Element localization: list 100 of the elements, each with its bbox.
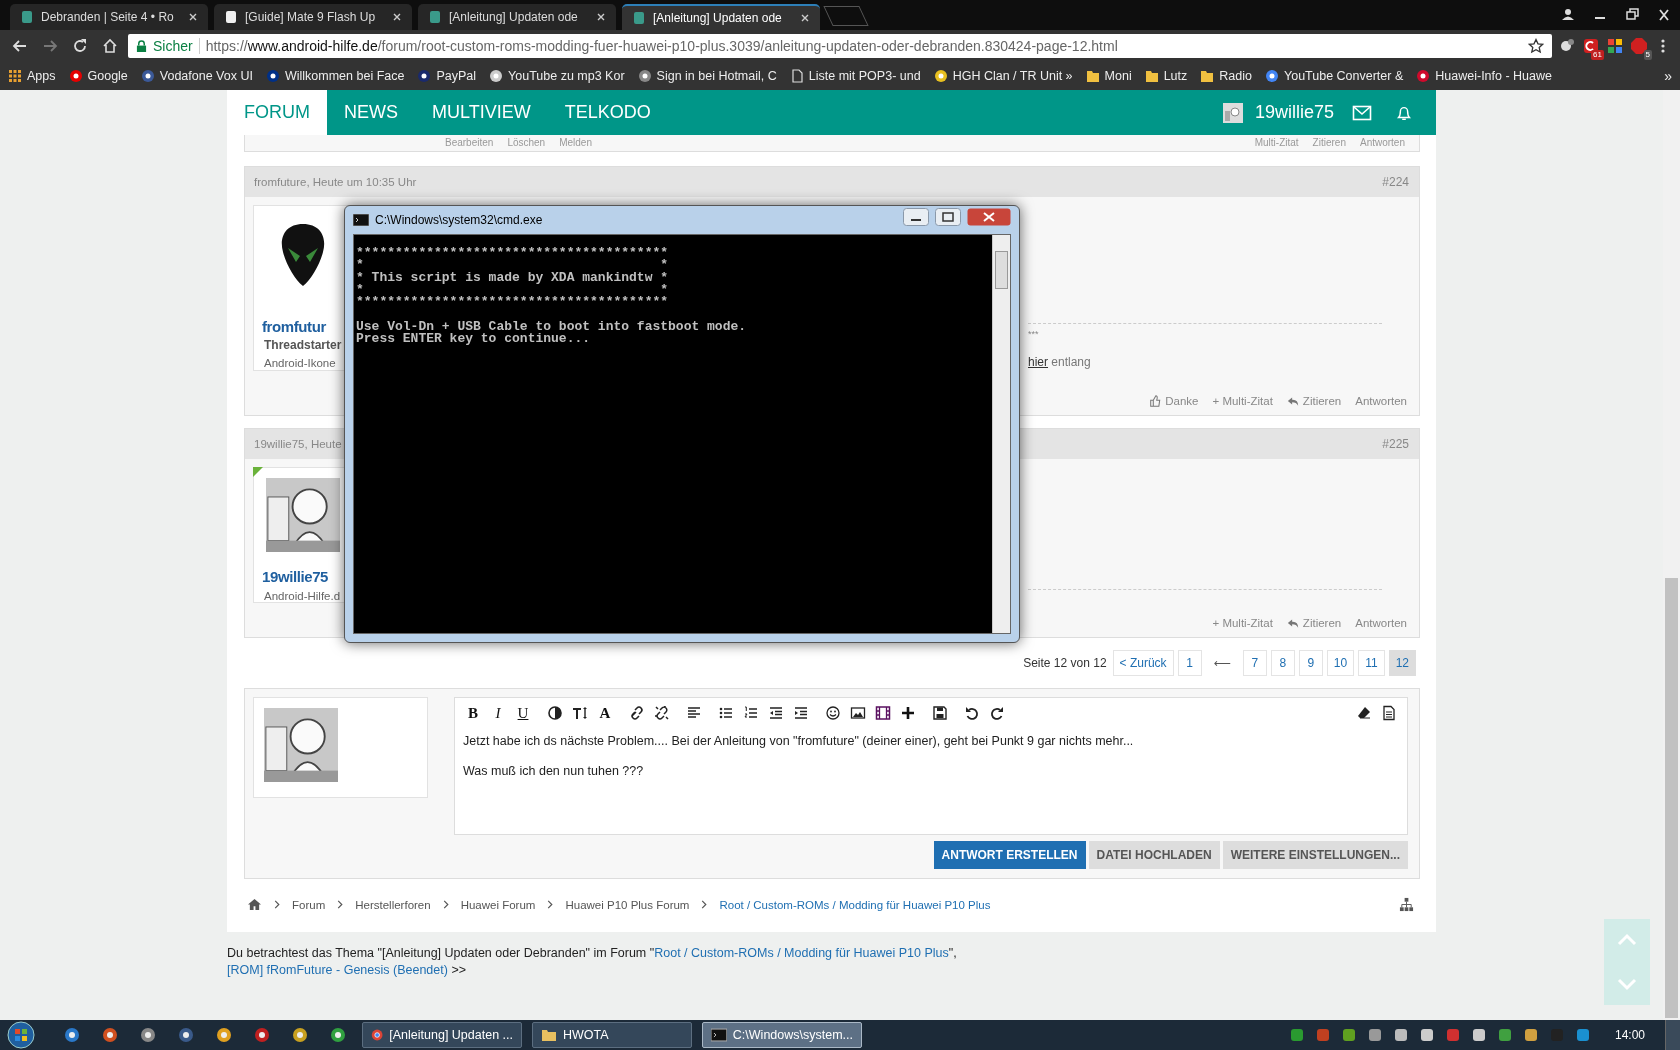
underline-button[interactable]: U — [513, 703, 533, 723]
username-link[interactable]: 19willie75 — [262, 568, 329, 585]
back-icon[interactable] — [12, 38, 28, 54]
extension-icon[interactable] — [1582, 37, 1600, 55]
close-icon[interactable] — [800, 13, 810, 23]
close-icon[interactable] — [392, 12, 402, 22]
taskbar-button[interactable]: [Anleitung] Updaten ... — [362, 1022, 522, 1048]
bookmark[interactable]: Willkommen bei Face — [265, 69, 405, 83]
mail-icon[interactable] — [1352, 103, 1372, 122]
post-action-link[interactable]: Danke — [1149, 395, 1199, 407]
bookmark[interactable]: Radio — [1200, 69, 1252, 83]
italic-button[interactable]: I — [488, 703, 508, 723]
taskbar-app-icon[interactable] — [101, 1026, 119, 1044]
bookmark[interactable]: Huawei-Info - Huawe — [1416, 69, 1552, 83]
bookmark[interactable]: Google — [68, 69, 128, 83]
tray-icon[interactable] — [1392, 1027, 1409, 1043]
forum-link[interactable]: Root / Custom-ROMs / Modding für Huawei P10 Plus — [654, 946, 949, 960]
extension-icon[interactable] — [1606, 37, 1624, 55]
breadcrumb-link[interactable]: Herstellerforen — [355, 898, 431, 911]
forward-icon[interactable] — [42, 38, 58, 54]
editor-field[interactable]: B I U A Jetzt habe ich ds nächste Problem.... Bei der Anleitung von "fromfuture" (deiner einer), geht bei Punkt 9 gar nichts mehr... Was muß ich den nun tuhen ??? — [454, 697, 1408, 835]
nav-tab[interactable]: NEWS — [327, 90, 415, 135]
page-link[interactable]: 10 — [1326, 650, 1355, 676]
browser-tab[interactable]: Debranden | Seite 4 • Ro — [10, 4, 208, 30]
taskbar-app-icon[interactable] — [177, 1026, 195, 1044]
tray-icon[interactable] — [1288, 1027, 1305, 1043]
breadcrumb-link[interactable]: Root / Custom-ROMs / Modding für Huawei P10 Plus — [719, 898, 991, 911]
page-link[interactable]: 7 — [1242, 650, 1267, 676]
taskbar-app-icon[interactable] — [139, 1026, 157, 1044]
post-action-link[interactable]: + Multi-Zitat — [1212, 617, 1273, 629]
username-link[interactable]: fromfutur — [262, 318, 326, 335]
scrollbar[interactable] — [992, 235, 1010, 633]
tray-icon[interactable] — [1418, 1027, 1435, 1043]
tray-icon[interactable] — [1522, 1027, 1539, 1043]
username-link[interactable]: 19willie75 — [1254, 102, 1334, 123]
reply-button[interactable]: DATEI HOCHLADEN — [1088, 841, 1220, 869]
bookmark[interactable]: Apps — [8, 69, 56, 83]
thread-link[interactable]: [ROM] fRomFuture - Genesis (Beendet) — [227, 963, 448, 977]
taskbar-app-icon[interactable] — [329, 1026, 347, 1044]
breadcrumb-link[interactable]: Huawei P10 Plus Forum — [565, 898, 690, 911]
post-action-link[interactable]: Zitieren — [1286, 617, 1342, 629]
taskbar-app-icon[interactable] — [253, 1026, 271, 1044]
post-number-link[interactable]: #225 — [1382, 437, 1409, 451]
bookmark[interactable]: Vodafone Vox UI — [140, 69, 253, 83]
close-button[interactable] — [967, 208, 1011, 226]
bookmark[interactable]: YouTube zu mp3 Kor — [489, 69, 625, 83]
here-link[interactable]: hier — [1028, 355, 1048, 369]
reload-icon[interactable] — [72, 38, 88, 54]
page-link[interactable]: 1 — [1177, 650, 1202, 676]
bookmark[interactable]: Moni — [1085, 69, 1132, 83]
close-icon[interactable] — [596, 12, 606, 22]
bookmark[interactable]: Sign in bei Hotmail, C — [637, 69, 777, 83]
avatar-icon[interactable] — [1222, 102, 1243, 123]
save-icon[interactable] — [930, 703, 950, 723]
browser-tab[interactable]: [Anleitung] Updaten ode — [622, 4, 820, 30]
bookmark[interactable]: Liste mit POP3- und — [789, 69, 921, 83]
tray-icon[interactable] — [1366, 1027, 1383, 1043]
maximize-button[interactable] — [935, 208, 961, 226]
page-link[interactable]: 12 — [1388, 650, 1416, 676]
reply-button[interactable]: WEITERE EINSTELLUNGEN... — [1222, 841, 1408, 869]
taskbar-button[interactable]: C:\Windows\system... — [702, 1022, 862, 1048]
home-icon[interactable] — [247, 898, 262, 911]
start-button[interactable] — [6, 1020, 36, 1050]
media-icon[interactable] — [873, 703, 893, 723]
new-tab-button[interactable] — [823, 6, 869, 26]
nav-tab[interactable]: FORUM — [227, 90, 327, 135]
font-button[interactable]: A — [595, 703, 615, 723]
breadcrumb-link[interactable]: Huawei Forum — [460, 898, 536, 911]
scrollbar[interactable] — [1663, 90, 1680, 1020]
page-link[interactable]: 9 — [1298, 650, 1323, 676]
previous-page-link[interactable]: < Zurück — [1112, 650, 1174, 676]
bookmark[interactable]: YouTube Converter & — [1265, 69, 1404, 83]
tray-icon[interactable] — [1496, 1027, 1513, 1043]
tray-icon[interactable] — [1574, 1027, 1591, 1043]
bookmark[interactable]: Lutz — [1144, 69, 1188, 83]
bold-button[interactable]: B — [463, 703, 483, 723]
post-action-link[interactable]: Antworten — [1355, 395, 1407, 407]
browser-tab[interactable]: [Guide] Mate 9 Flash Up — [214, 4, 412, 30]
contrast-icon[interactable] — [545, 703, 565, 723]
taskbar-app-icon[interactable] — [215, 1026, 233, 1044]
bookmark[interactable]: HGH Clan / TR Unit » — [933, 69, 1073, 83]
taskbar-app-icon[interactable] — [63, 1026, 81, 1044]
taskbar-app-icon[interactable] — [291, 1026, 309, 1044]
page-link[interactable]: 11 — [1358, 650, 1385, 676]
reply-button[interactable]: ANTWORT ERSTELLEN — [933, 841, 1086, 869]
breadcrumb-link[interactable]: Forum — [292, 898, 326, 911]
page-link[interactable]: 8 — [1270, 650, 1295, 676]
browser-tab[interactable]: [Anleitung] Updaten ode — [418, 4, 616, 30]
tray-icon[interactable] — [1470, 1027, 1487, 1043]
home-icon[interactable] — [102, 38, 118, 54]
minimize-button[interactable] — [903, 208, 929, 226]
sitemap-icon[interactable] — [1399, 897, 1414, 912]
bookmark[interactable]: PayPal — [417, 69, 477, 83]
post-action-link[interactable]: Zitieren — [1286, 395, 1342, 407]
star-icon[interactable] — [1528, 38, 1544, 54]
nav-tab[interactable]: TELKODO — [547, 90, 668, 135]
close-icon[interactable] — [188, 12, 198, 22]
taskbar-button[interactable]: HWOTA — [532, 1022, 692, 1048]
smiley-icon[interactable] — [823, 703, 843, 723]
bookmarks-overflow-button[interactable]: » — [1664, 68, 1672, 84]
